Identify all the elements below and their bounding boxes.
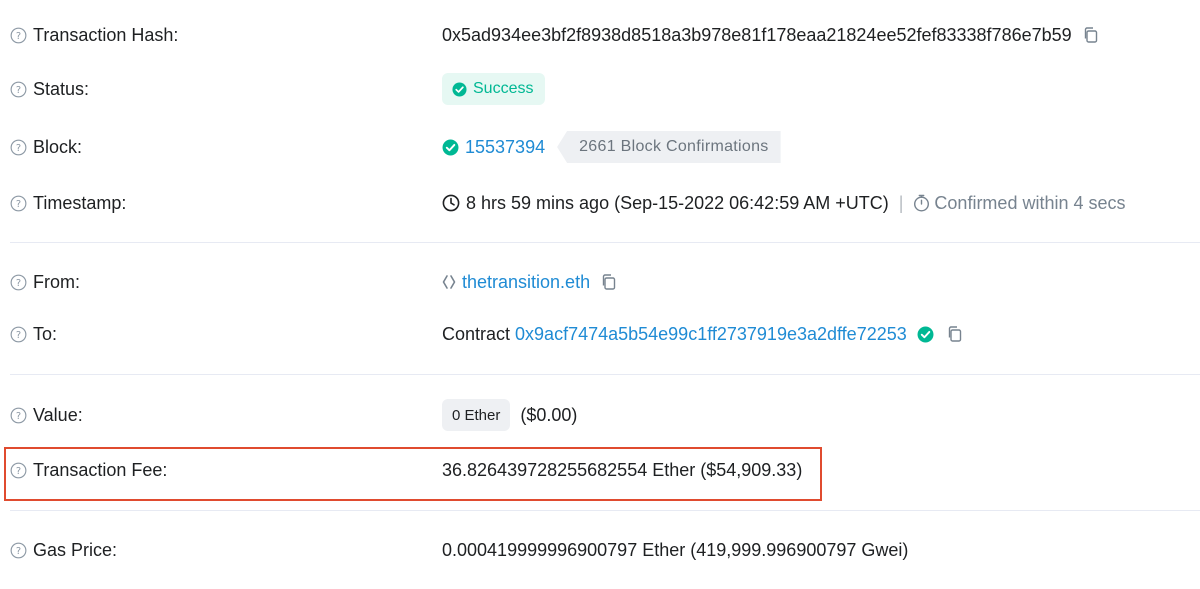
svg-text:?: ?: [16, 142, 21, 153]
row-status: ? Status: Success: [0, 69, 1200, 109]
timestamp-label: Timestamp:: [33, 192, 127, 213]
to-contract-prefix: Contract: [442, 323, 511, 344]
svg-text:?: ?: [16, 545, 21, 556]
highlight-box: [4, 447, 822, 501]
value-amount-badge: 0 Ether: [442, 399, 511, 431]
check-circle-icon: [452, 81, 467, 97]
transaction-hash-label: Transaction Hash:: [33, 24, 179, 45]
question-circle-icon[interactable]: ?: [10, 81, 27, 98]
divider: [10, 374, 1200, 375]
check-circle-icon: [442, 139, 459, 155]
status-label: Status:: [33, 78, 90, 99]
row-to: ? To: Contract 0x9acf7474a5b54e99c1ff273…: [0, 314, 1200, 354]
row-value: ? Value: 0 Ether ($0.00): [0, 395, 1200, 435]
row-timestamp: ? Timestamp: 8 hrs 59 mins ago (Sep-15-2…: [0, 183, 1200, 223]
clock-icon: [442, 194, 460, 212]
timestamp-value: 8 hrs 59 mins ago (Sep-15-2022 06:42:59 …: [466, 192, 889, 213]
confirmed-within-text: Confirmed within 4 secs: [934, 192, 1126, 213]
divider: [10, 242, 1200, 243]
value-label: Value:: [33, 404, 83, 425]
from-label: From:: [33, 271, 80, 292]
divider: [10, 510, 1200, 511]
copy-icon[interactable]: [946, 325, 964, 343]
row-from: ? From: thetransition.eth: [0, 262, 1200, 302]
status-badge: Success: [442, 73, 546, 105]
question-circle-icon[interactable]: ?: [10, 139, 27, 156]
row-block: ? Block: 15537394 2661 Block Confirmatio…: [0, 127, 1200, 167]
transaction-hash-value[interactable]: 0x5ad934ee3bf2f8938d8518a3b978e81f178eaa…: [442, 25, 1072, 46]
svg-text:?: ?: [16, 84, 21, 95]
from-address-link[interactable]: thetransition.eth: [462, 272, 590, 293]
copy-icon[interactable]: [600, 273, 618, 291]
block-number-link[interactable]: 15537394: [465, 137, 545, 158]
block-confirmations-badge: 2661 Block Confirmations: [557, 131, 781, 163]
svg-text:?: ?: [16, 198, 21, 209]
gas-price-value: 0.000419999996900797 Ether (419,999.9969…: [442, 539, 909, 560]
status-text: Success: [473, 80, 534, 97]
to-address-link[interactable]: 0x9acf7474a5b54e99c1ff2737919e3a2dffe722…: [515, 324, 907, 345]
question-circle-icon[interactable]: ?: [10, 542, 27, 559]
copy-icon[interactable]: [1082, 26, 1100, 44]
stopwatch-icon: [914, 194, 930, 212]
ens-icon: [442, 275, 456, 289]
check-circle-icon: [917, 326, 934, 342]
question-circle-icon[interactable]: ?: [10, 195, 27, 212]
gas-price-label: Gas Price:: [33, 539, 118, 560]
question-circle-icon[interactable]: ?: [10, 27, 27, 44]
timestamp-separator: |: [898, 192, 904, 213]
value-usd: ($0.00): [520, 404, 578, 425]
transaction-details: ? Transaction Hash: 0x5ad934ee3bf2f8938d…: [0, 0, 1200, 589]
block-label: Block:: [33, 136, 83, 157]
row-transaction-hash: ? Transaction Hash: 0x5ad934ee3bf2f8938d…: [0, 15, 1200, 55]
to-label: To:: [33, 323, 58, 344]
row-gas-price: ? Gas Price: 0.000419999996900797 Ether …: [0, 530, 1200, 570]
question-circle-icon[interactable]: ?: [10, 326, 27, 343]
question-circle-icon[interactable]: ?: [10, 274, 27, 291]
svg-text:?: ?: [16, 30, 21, 41]
svg-text:?: ?: [16, 329, 21, 340]
question-circle-icon[interactable]: ?: [10, 407, 27, 424]
svg-text:?: ?: [16, 410, 21, 421]
svg-text:?: ?: [16, 277, 21, 288]
